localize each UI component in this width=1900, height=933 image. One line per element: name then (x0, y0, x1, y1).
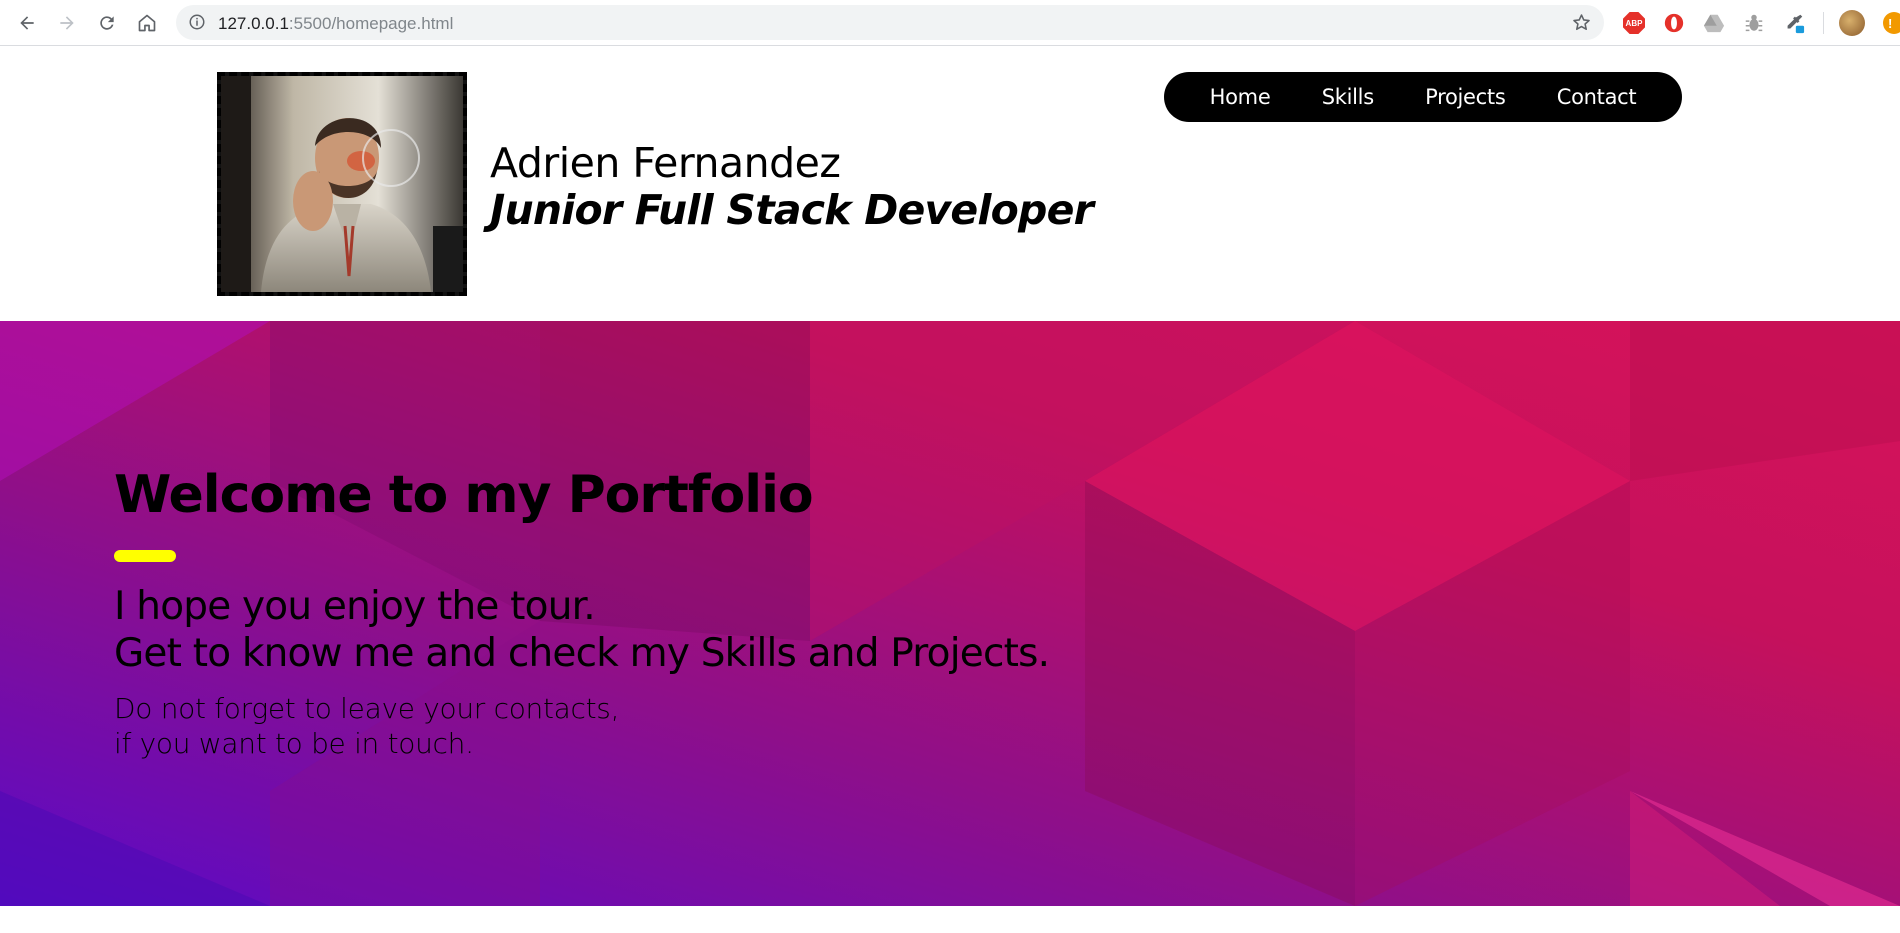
nav-link-skills[interactable]: Skills (1322, 85, 1374, 109)
opera-icon (1664, 13, 1684, 33)
address-bar[interactable]: 127.0.0.1:5500/homepage.html (176, 5, 1604, 40)
arrow-left-icon (20, 16, 34, 30)
nav-link-projects[interactable]: Projects (1425, 85, 1506, 109)
arrow-right-icon (60, 16, 74, 30)
reload-icon (100, 16, 114, 30)
adblock-icon: ABP (1623, 12, 1645, 34)
hero-title: Welcome to my Portfolio (114, 465, 814, 525)
hero-note-line-2: if you want to be in touch. (114, 727, 474, 760)
nav-link-home[interactable]: Home (1210, 85, 1271, 109)
color-picker-extension[interactable] (1782, 11, 1806, 35)
site-header: Adrien Fernandez Junior Full Stack Devel… (0, 47, 1900, 321)
adblock-extension[interactable]: ABP (1622, 11, 1646, 35)
url-host: 127.0.0.1 (218, 14, 289, 33)
profile-photo (221, 76, 463, 292)
back-button[interactable] (12, 8, 42, 38)
hero-lead: I hope you enjoy the tour. Get to know m… (114, 583, 1050, 677)
eyedropper-icon (1787, 14, 1805, 34)
info-icon[interactable] (188, 13, 206, 31)
hero-note-line-1: Do not forget to leave your contacts, (114, 692, 620, 725)
profile-photo-frame (217, 72, 467, 296)
browser-toolbar: 127.0.0.1:5500/homepage.html ABP ! (0, 0, 1900, 46)
hero-accent-bar (114, 550, 176, 562)
hero-section: Welcome to my Portfolio I hope you enjoy… (0, 321, 1900, 906)
nav-link-contact[interactable]: Contact (1557, 85, 1637, 109)
main-navigation: Home Skills Projects Contact (1164, 72, 1682, 122)
bug-icon (1745, 14, 1763, 32)
update-badge[interactable]: ! (1883, 12, 1900, 34)
opera-extension[interactable] (1662, 11, 1686, 35)
site-owner-role: Junior Full Stack Developer (490, 186, 1094, 234)
star-icon[interactable] (1571, 12, 1592, 33)
toolbar-divider (1823, 12, 1824, 34)
site-owner-name: Adrien Fernandez (490, 139, 841, 187)
home-icon (138, 14, 156, 32)
hero-lead-line-1: I hope you enjoy the tour. (114, 584, 596, 629)
hero-lead-line-2: Get to know me and check my Skills and P… (114, 631, 1050, 676)
drive-extension[interactable] (1702, 11, 1726, 35)
bug-extension[interactable] (1742, 11, 1766, 35)
profile-avatar[interactable] (1839, 10, 1865, 36)
forward-button[interactable] (52, 8, 82, 38)
hero-note: Do not forget to leave your contacts, if… (114, 691, 619, 761)
home-button[interactable] (132, 8, 162, 38)
url-path: :5500/homepage.html (288, 14, 454, 33)
drive-icon (1703, 14, 1725, 33)
reload-button[interactable] (92, 8, 122, 38)
url-text[interactable]: 127.0.0.1:5500/homepage.html (218, 14, 453, 34)
